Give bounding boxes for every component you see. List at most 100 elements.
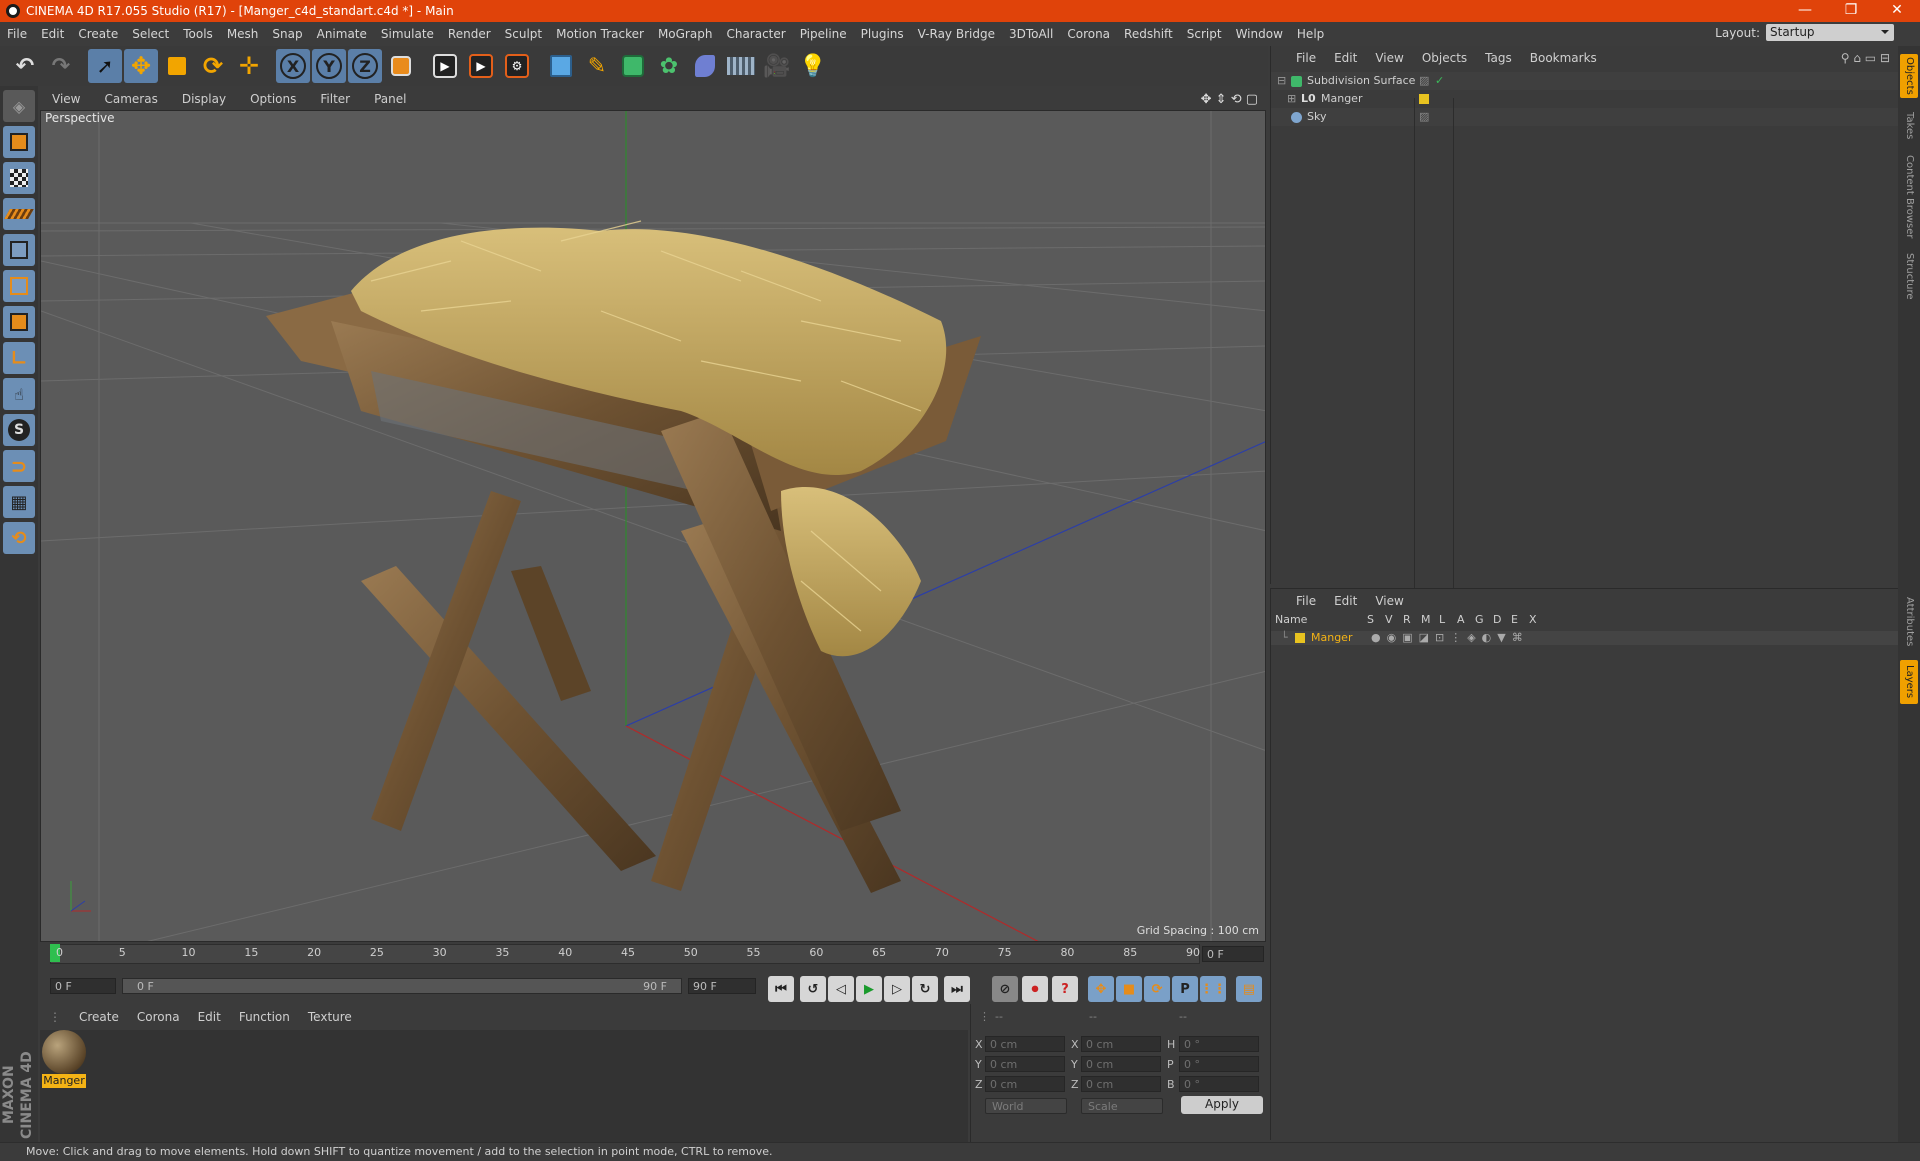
prev-frame-icon[interactable]: ◁ bbox=[828, 976, 854, 1002]
end-frame-field[interactable]: 90 F bbox=[688, 978, 756, 994]
model-mode-icon[interactable] bbox=[3, 126, 35, 158]
menu-sculpt[interactable]: Sculpt bbox=[498, 27, 549, 41]
current-frame-field[interactable]: 0 F bbox=[1202, 946, 1264, 962]
menu-create[interactable]: Create bbox=[71, 27, 125, 41]
redo-icon[interactable]: ↷ bbox=[44, 49, 78, 83]
coordinate-system-icon[interactable] bbox=[384, 49, 418, 83]
workplane-icon[interactable] bbox=[3, 198, 35, 230]
key-scale-icon[interactable]: ■ bbox=[1116, 976, 1142, 1002]
points-mode-icon[interactable] bbox=[3, 234, 35, 266]
tab-content-browser[interactable]: Content Browser bbox=[1900, 152, 1918, 242]
close-button[interactable]: ✕ bbox=[1874, 0, 1920, 22]
minimize-button[interactable]: — bbox=[1782, 0, 1828, 22]
viewport-menu-panel[interactable]: Panel bbox=[362, 92, 418, 106]
snap-icon[interactable]: S bbox=[3, 414, 35, 446]
menu-edit[interactable]: Edit bbox=[34, 27, 71, 41]
menu-select[interactable]: Select bbox=[125, 27, 176, 41]
objects-menu-edit[interactable]: Edit bbox=[1325, 51, 1366, 65]
tab-layers[interactable]: Layers bbox=[1900, 660, 1918, 704]
lock-workplane-icon[interactable]: ▦ bbox=[3, 486, 35, 518]
viewport-menu-options[interactable]: Options bbox=[238, 92, 308, 106]
layer-row-manger[interactable]: └ Manger ●◉▣◪⊡⋮◈◐▼⌘ bbox=[1271, 631, 1899, 645]
undo-icon[interactable]: ↶ bbox=[8, 49, 42, 83]
texture-mode-icon[interactable] bbox=[3, 162, 35, 194]
objects-menu-objects[interactable]: Objects bbox=[1413, 51, 1476, 65]
key-pla-icon[interactable]: ⋮⋮ bbox=[1200, 976, 1226, 1002]
go-start-icon[interactable]: ⏮ bbox=[768, 976, 794, 1002]
x-axis-icon[interactable]: X bbox=[276, 49, 310, 83]
manger-model[interactable] bbox=[266, 220, 981, 893]
objects-menu-bookmarks[interactable]: Bookmarks bbox=[1521, 51, 1606, 65]
size-x-field[interactable]: 0 cm bbox=[1081, 1036, 1161, 1052]
move-icon[interactable]: ✥ bbox=[124, 49, 158, 83]
pos-x-field[interactable]: 0 cm bbox=[985, 1036, 1065, 1052]
camera-icon[interactable]: 🎥 bbox=[760, 49, 794, 83]
menu-vray-bridge[interactable]: V-Ray Bridge bbox=[911, 27, 1002, 41]
pen-icon[interactable]: ✎ bbox=[580, 49, 614, 83]
material-preview-manger[interactable] bbox=[42, 1030, 86, 1074]
z-axis-icon[interactable]: Z bbox=[348, 49, 382, 83]
enabled-check-icon[interactable]: ✓ bbox=[1435, 72, 1444, 90]
viewport-menu-view[interactable]: View bbox=[40, 92, 92, 106]
render-settings-icon[interactable]: ⚙ bbox=[500, 49, 534, 83]
cube-icon[interactable] bbox=[544, 49, 578, 83]
size-z-field[interactable]: 0 cm bbox=[1081, 1076, 1161, 1092]
size-y-field[interactable]: 0 cm bbox=[1081, 1056, 1161, 1072]
layer-color-swatch[interactable] bbox=[1419, 94, 1429, 104]
menu-render[interactable]: Render bbox=[441, 27, 498, 41]
key-rotate-icon[interactable]: ⟳ bbox=[1144, 976, 1170, 1002]
deformer-icon[interactable] bbox=[688, 49, 722, 83]
menu-snap[interactable]: Snap bbox=[265, 27, 309, 41]
auto-key-icon[interactable]: ? bbox=[1052, 976, 1078, 1002]
layer-toggle-icons[interactable]: ●◉▣◪⊡⋮◈◐▼⌘ bbox=[1371, 631, 1529, 645]
menu-script[interactable]: Script bbox=[1180, 27, 1229, 41]
menu-mesh[interactable]: Mesh bbox=[220, 27, 266, 41]
menu-3dtoall[interactable]: 3DToAll bbox=[1002, 27, 1060, 41]
restore-button[interactable]: ❐ bbox=[1828, 0, 1874, 22]
coordinate-mode-dropdown[interactable]: World bbox=[985, 1098, 1067, 1114]
rotate-icon[interactable]: ⟳ bbox=[196, 49, 230, 83]
menu-tools[interactable]: Tools bbox=[176, 27, 220, 41]
keyframe-icon[interactable]: ⊘ bbox=[992, 976, 1018, 1002]
floor-icon[interactable] bbox=[724, 49, 758, 83]
start-frame-field[interactable]: 0 F bbox=[50, 978, 116, 994]
menu-pipeline[interactable]: Pipeline bbox=[793, 27, 854, 41]
viewport-nav-icons[interactable]: ✥ ⇕ ⟲ ▢ bbox=[1201, 92, 1266, 107]
rot-b-field[interactable]: 0 ° bbox=[1179, 1076, 1259, 1092]
frame-range-slider[interactable]: 0 F 90 F bbox=[122, 978, 682, 994]
scale-icon[interactable] bbox=[160, 49, 194, 83]
object-row-manger[interactable]: ⊞ L0 Manger bbox=[1271, 90, 1899, 108]
material-menu-create[interactable]: Create bbox=[70, 1010, 128, 1024]
material-menu-corona[interactable]: Corona bbox=[128, 1010, 189, 1024]
tab-takes[interactable]: Takes bbox=[1900, 106, 1918, 146]
objects-menu-view[interactable]: View bbox=[1366, 51, 1412, 65]
material-menu-edit[interactable]: Edit bbox=[189, 1010, 230, 1024]
menu-corona[interactable]: Corona bbox=[1060, 27, 1117, 41]
layout-dropdown[interactable]: Startup bbox=[1766, 24, 1894, 41]
polygons-mode-icon[interactable] bbox=[3, 306, 35, 338]
material-label-manger[interactable]: Manger bbox=[42, 1074, 86, 1088]
layers-menu-edit[interactable]: Edit bbox=[1325, 594, 1366, 608]
edges-mode-icon[interactable] bbox=[3, 270, 35, 302]
pos-y-field[interactable]: 0 cm bbox=[985, 1056, 1065, 1072]
menu-animate[interactable]: Animate bbox=[310, 27, 374, 41]
render-picture-viewer-icon[interactable]: ▶ bbox=[464, 49, 498, 83]
objects-menu-tags[interactable]: Tags bbox=[1476, 51, 1521, 65]
objects-search-icon[interactable]: ⚲ ⌂ ▭ ⊟ bbox=[1841, 51, 1898, 65]
rot-h-field[interactable]: 0 ° bbox=[1179, 1036, 1259, 1052]
next-key-icon[interactable]: ↻ bbox=[912, 976, 938, 1002]
play-icon[interactable]: ▶ bbox=[856, 976, 882, 1002]
objects-menu-file[interactable]: File bbox=[1287, 51, 1325, 65]
tab-attributes[interactable]: Attributes bbox=[1900, 592, 1918, 652]
array-icon[interactable]: ✿ bbox=[652, 49, 686, 83]
menu-mograph[interactable]: MoGraph bbox=[651, 27, 720, 41]
grid-icon[interactable]: ⟲ bbox=[3, 522, 35, 554]
axis-mode-icon[interactable]: ∟ bbox=[3, 342, 35, 374]
object-row-sky[interactable]: Sky ▨ bbox=[1271, 108, 1899, 126]
key-param-icon[interactable]: P bbox=[1172, 976, 1198, 1002]
material-menu-function[interactable]: Function bbox=[230, 1010, 299, 1024]
light-icon[interactable]: 💡 bbox=[796, 49, 830, 83]
subdivision-icon[interactable] bbox=[616, 49, 650, 83]
apply-button[interactable]: Apply bbox=[1181, 1096, 1263, 1114]
viewport-menu-display[interactable]: Display bbox=[170, 92, 238, 106]
